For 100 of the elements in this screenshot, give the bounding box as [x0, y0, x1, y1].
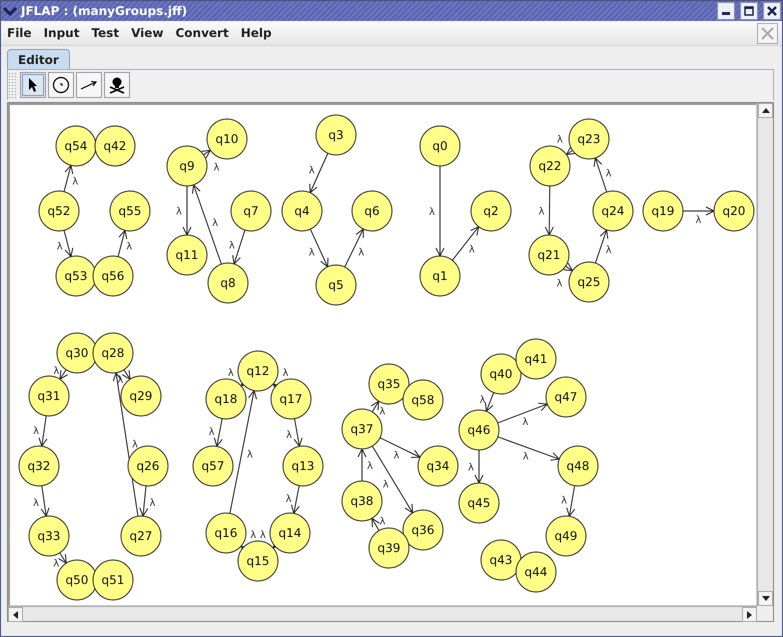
- state-label: q20: [722, 204, 746, 218]
- state-circle[interactable]: [238, 540, 278, 582]
- state-label: q44: [524, 565, 548, 579]
- menu-item[interactable]: Convert: [175, 26, 229, 40]
- state-circle[interactable]: [420, 256, 460, 296]
- state-circle[interactable]: [714, 190, 754, 232]
- state-circle[interactable]: [568, 118, 610, 160]
- state-circle[interactable]: [206, 512, 246, 554]
- transition-arrow: [497, 436, 560, 461]
- state-circle[interactable]: [642, 190, 684, 232]
- state-label: q18: [214, 392, 238, 406]
- state-circle[interactable]: [28, 376, 70, 416]
- transition-label: λ: [33, 426, 40, 437]
- state-circle[interactable]: [206, 118, 248, 160]
- state-circle[interactable]: [270, 378, 312, 420]
- menu-item[interactable]: Help: [240, 26, 272, 40]
- state-circle[interactable]: [470, 190, 512, 232]
- state-circle[interactable]: [558, 446, 598, 486]
- state-circle[interactable]: [368, 364, 410, 404]
- state-circle[interactable]: [402, 510, 444, 550]
- state-icon: [52, 76, 70, 94]
- state-circle[interactable]: [208, 262, 248, 304]
- menu-item[interactable]: File: [7, 26, 32, 40]
- state-circle[interactable]: [94, 126, 136, 166]
- state-circle[interactable]: [18, 446, 60, 486]
- maximize-icon: [744, 6, 754, 16]
- state-circle[interactable]: [56, 126, 96, 166]
- menu-item[interactable]: Input: [44, 26, 80, 40]
- state-circle[interactable]: [458, 482, 500, 524]
- maximize-button[interactable]: [740, 2, 758, 20]
- state-circle[interactable]: [92, 256, 134, 296]
- scroll-right-button[interactable]: [742, 607, 757, 622]
- transition-label: λ: [480, 395, 486, 406]
- state-circle[interactable]: [528, 234, 570, 276]
- state-circle[interactable]: [480, 540, 522, 580]
- transition-label: λ: [606, 245, 612, 256]
- state-circle[interactable]: [546, 376, 586, 418]
- state-label: q29: [130, 389, 152, 403]
- state-circle[interactable]: [92, 332, 134, 374]
- state-circle[interactable]: [352, 190, 392, 232]
- transition-label: λ: [246, 450, 253, 461]
- state-label: q7: [243, 204, 259, 218]
- state-circle[interactable]: [166, 234, 208, 276]
- state-circle[interactable]: [592, 190, 634, 232]
- transition-label: λ: [556, 278, 562, 290]
- tool-button[interactable]: [48, 72, 74, 98]
- state-circle[interactable]: [546, 516, 586, 556]
- state-circle[interactable]: [530, 146, 570, 186]
- state-label: q50: [66, 573, 88, 587]
- state-circle[interactable]: [418, 446, 458, 486]
- state-circle[interactable]: [282, 190, 322, 232]
- state-circle[interactable]: [192, 446, 234, 486]
- state-circle[interactable]: [420, 126, 460, 166]
- transition-label: λ: [468, 462, 474, 474]
- vertical-scrollbar[interactable]: [757, 103, 773, 606]
- state-circle[interactable]: [110, 190, 150, 232]
- state-circle[interactable]: [128, 446, 168, 486]
- transition-label: λ: [228, 240, 235, 252]
- state-circle[interactable]: [120, 516, 162, 556]
- state-label: q27: [130, 529, 152, 543]
- state-circle[interactable]: [516, 552, 556, 592]
- state-circle[interactable]: [282, 446, 324, 486]
- chevron-icon[interactable]: [3, 6, 17, 16]
- toolbar-grip[interactable]: [8, 72, 18, 98]
- state-circle[interactable]: [38, 190, 80, 232]
- scroll-left-button[interactable]: [8, 607, 23, 622]
- state-circle[interactable]: [92, 560, 134, 600]
- minimize-button[interactable]: [717, 2, 735, 20]
- state-circle[interactable]: [402, 380, 444, 420]
- transition-label: λ: [56, 242, 63, 253]
- state-circle[interactable]: [480, 354, 522, 394]
- state-label: q33: [38, 529, 60, 543]
- state-circle[interactable]: [206, 378, 246, 420]
- state-circle[interactable]: [516, 338, 556, 380]
- arrow-icon: [80, 80, 98, 90]
- state-circle[interactable]: [270, 512, 310, 554]
- transition-arrow: [563, 262, 574, 272]
- menu-item[interactable]: View: [131, 26, 164, 40]
- tool-button[interactable]: [76, 72, 102, 98]
- state-circle[interactable]: [568, 262, 610, 302]
- state-circle[interactable]: [56, 256, 96, 296]
- state-circle[interactable]: [166, 146, 208, 186]
- state-circle[interactable]: [316, 114, 356, 156]
- scroll-down-button[interactable]: [758, 591, 773, 606]
- state-circle[interactable]: [230, 190, 272, 232]
- state-circle[interactable]: [238, 350, 278, 392]
- state-circle[interactable]: [458, 410, 500, 450]
- state-label: q31: [38, 389, 60, 403]
- state-label: q11: [176, 248, 198, 262]
- state-circle[interactable]: [28, 516, 70, 556]
- transition-label: λ: [214, 162, 220, 174]
- editor-tab[interactable]: Editor: [7, 49, 70, 69]
- tool-button[interactable]: [20, 72, 46, 98]
- scroll-up-button[interactable]: [758, 103, 773, 118]
- close-button[interactable]: [763, 2, 781, 20]
- menu-item[interactable]: Test: [91, 26, 120, 40]
- tool-button[interactable]: [104, 72, 130, 98]
- horizontal-scrollbar[interactable]: [8, 606, 757, 621]
- state-circle[interactable]: [368, 528, 410, 568]
- state-circle[interactable]: [316, 264, 356, 306]
